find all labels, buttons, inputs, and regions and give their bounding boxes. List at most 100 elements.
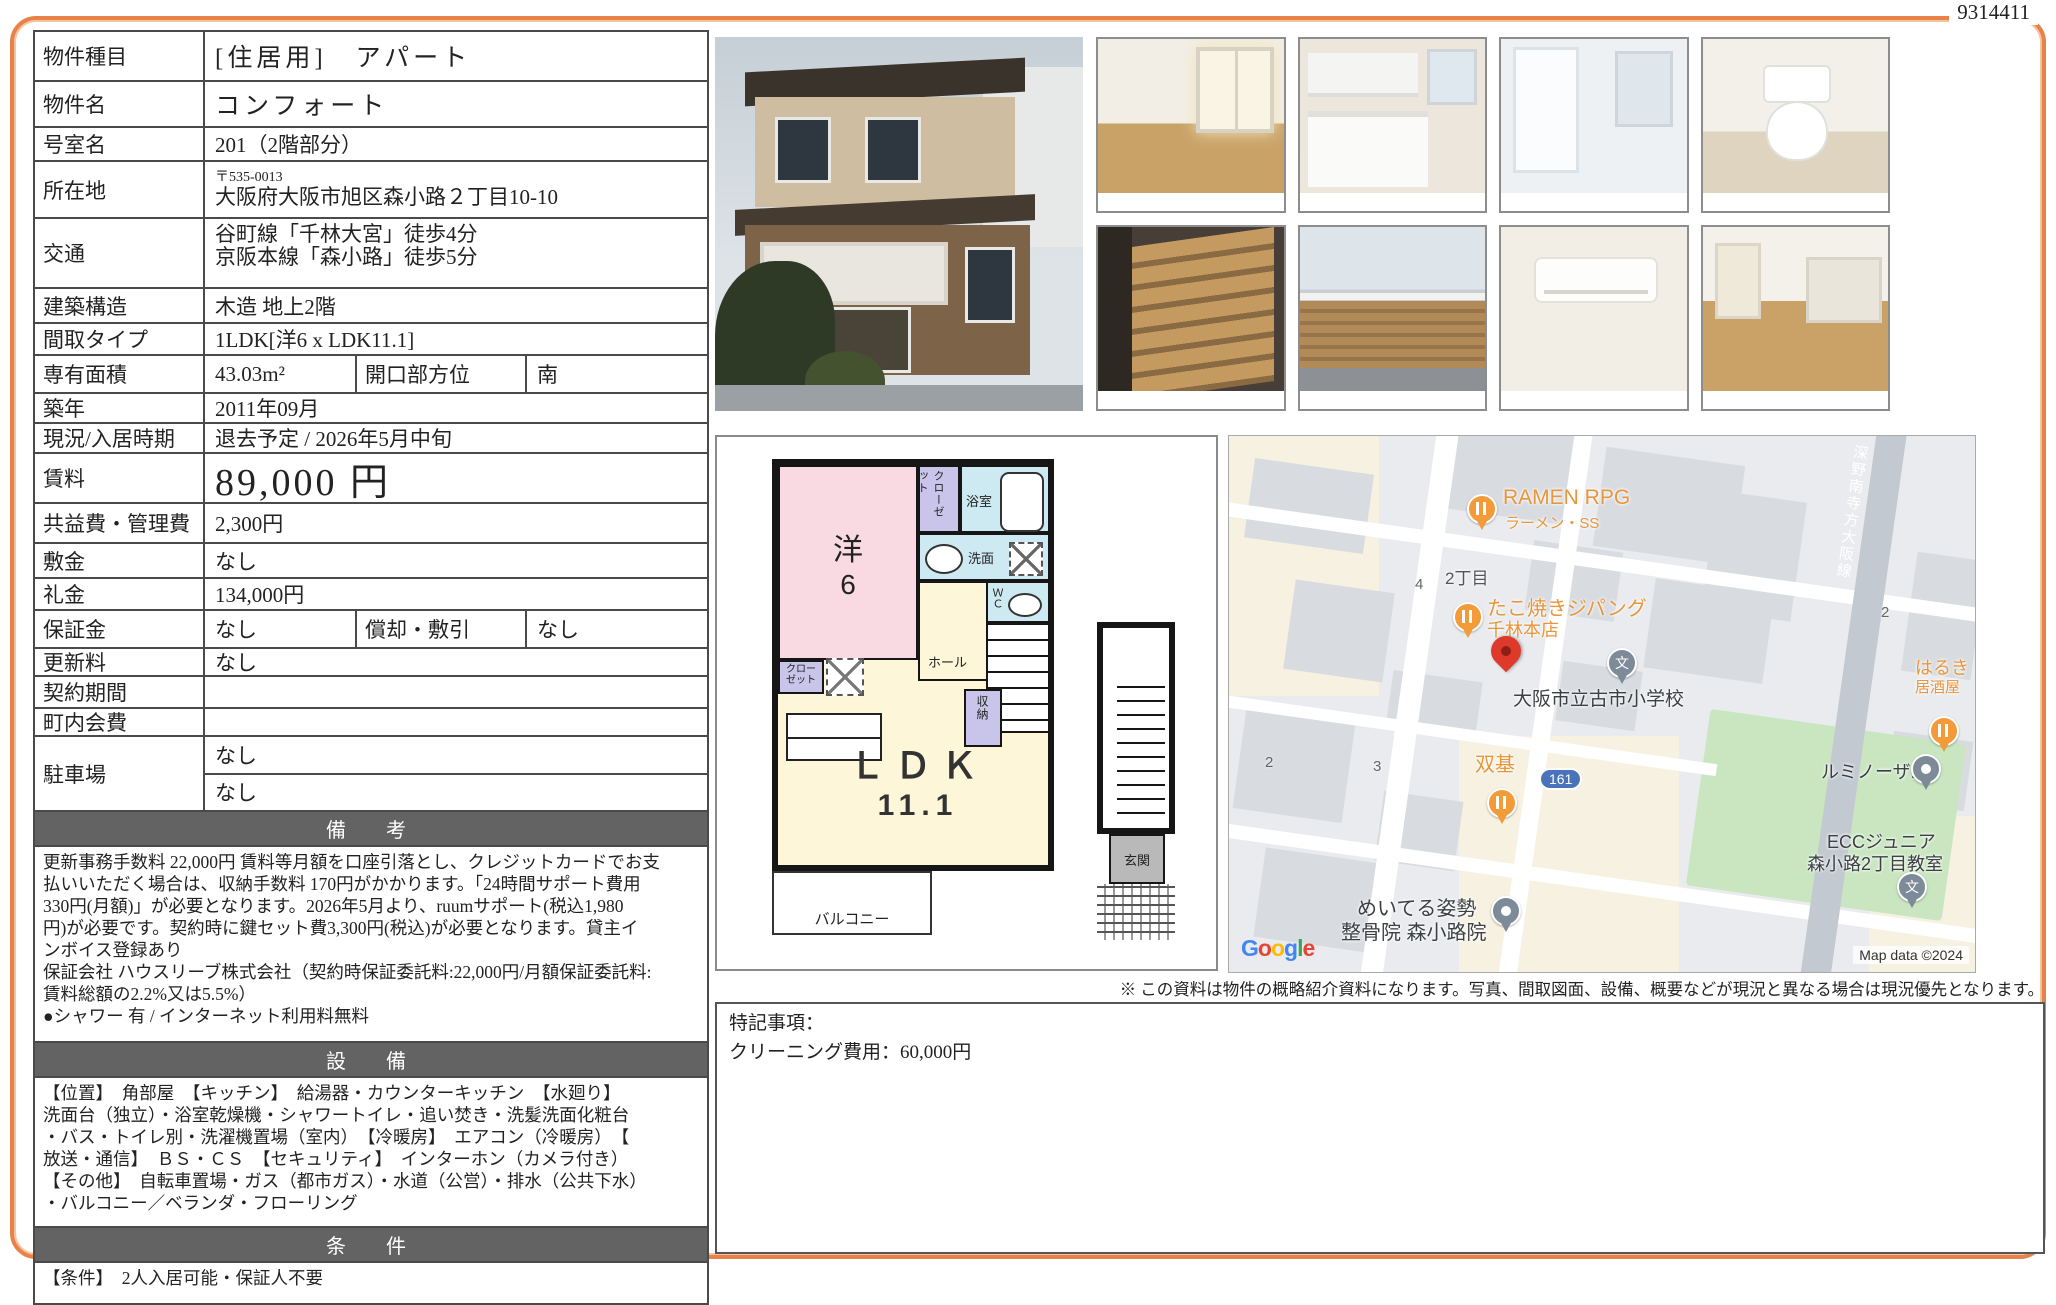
parking-value-2: なし	[205, 775, 707, 811]
haruki-sub-label: 居酒屋	[1915, 676, 1960, 697]
table-row: 物件種目 [住居用] アパート	[35, 32, 707, 82]
floorplan-porch-hatch	[1097, 884, 1175, 940]
remarks-text: 更新事務手数料 22,000円 賃料等月額を口座引落とし、クレジットカードでお支…	[35, 847, 707, 1043]
row-label: 更新料	[35, 649, 205, 675]
row-value: 43.03m²	[205, 356, 355, 392]
luminosa-label: ルミノーザ:	[1821, 758, 1916, 784]
floorplan-bath: 浴室	[960, 465, 1050, 533]
window	[865, 117, 921, 183]
table-row: 交通 谷町線「千林大宮」徒歩4分 京阪本線「森小路」徒歩5分	[35, 219, 707, 289]
floorplan-outer-stairs	[1097, 622, 1175, 834]
row-label: 物件種目	[35, 32, 205, 80]
floorplan-unit-outline: 洋 6 クローゼット 浴室 洗面 ＷＣ ホール クロー ゼット 収納 ＬＤＫ 1…	[772, 459, 1054, 871]
transit-line-2: 京阪本線「森小路」徒歩5分	[215, 246, 478, 269]
floorplan-closet-2: クロー ゼット	[778, 660, 824, 694]
table-row: 保証金 なし 償却・敷引 なし	[35, 611, 707, 649]
row-value: 木造 地上2階	[205, 289, 707, 322]
row-label: 所在地	[35, 162, 205, 217]
row-label: 保証金	[35, 611, 205, 647]
row-value-2: 南	[527, 356, 707, 392]
remarks-header: 備 考	[35, 812, 707, 847]
school-pin-icon: 文	[1897, 872, 1927, 902]
row-label: 建築構造	[35, 289, 205, 322]
ramen-sub-label: ラーメン・SS	[1505, 512, 1599, 533]
rent-value: 89,000 円	[205, 454, 707, 502]
toilet	[1008, 593, 1042, 617]
row-label-2: 開口部方位	[355, 356, 527, 392]
row-value: 201（2階部分）	[205, 128, 707, 160]
table-row: 敷金 なし	[35, 544, 707, 579]
transit-line-1: 谷町線「千林大宮」徒歩4分	[215, 223, 478, 246]
washer-space	[1009, 542, 1043, 576]
row-value: コンフォート	[205, 82, 707, 126]
table-row: 契約期間	[35, 677, 707, 709]
row-value: 2011年09月	[205, 394, 707, 422]
row-label: 専有面積	[35, 356, 205, 392]
equipment-text: 【位置】 角部屋 【キッチン】 給湯器・カウンターキッチン 【水廻り】 洗面台（…	[35, 1078, 707, 1228]
floor-plan: 洋 6 クローゼット 浴室 洗面 ＷＣ ホール クロー ゼット 収納 ＬＤＫ 1…	[715, 435, 1218, 971]
school-label: 大阪市立古市小学校	[1513, 684, 1684, 711]
row-label: 礼金	[35, 579, 205, 609]
row-label: 号室名	[35, 128, 205, 160]
toilet-photo	[1701, 37, 1891, 213]
table-row: 賃料 89,000 円	[35, 454, 707, 504]
school-pin-icon: 文	[1607, 648, 1637, 678]
table-row: 築年 2011年09月	[35, 394, 707, 424]
row-value: 谷町線「千林大宮」徒歩4分 京阪本線「森小路」徒歩5分	[205, 219, 707, 287]
window	[775, 117, 831, 183]
row-value	[205, 709, 707, 735]
window	[965, 247, 1015, 323]
equipment-header: 設 備	[35, 1043, 707, 1078]
parking-values: なし なし	[205, 737, 707, 810]
bathtub	[1000, 472, 1044, 532]
conditions-text: 【条件】 2人入居可能・保証人不要	[35, 1263, 707, 1303]
location-map: 深野南寺方大阪線 RAMEN RPG ラーメン・SS 4 2丁目 たこ焼きジパン…	[1228, 435, 1976, 973]
row-value: 2,300円	[205, 504, 707, 542]
conditions-header: 条 件	[35, 1228, 707, 1263]
place-pin-icon	[1911, 754, 1941, 784]
row-label-2: 償却・敷引	[355, 611, 527, 647]
row-label: 契約期間	[35, 677, 205, 707]
row-value	[205, 677, 707, 707]
floorplan-closet-1: クローゼット	[918, 465, 960, 533]
floorplan-hall: ホール	[918, 581, 986, 681]
document-id: 9314411	[1949, 0, 2038, 25]
meiteru-label-2: 整骨院 森小路院	[1341, 916, 1487, 945]
parking-value-1: なし	[205, 737, 707, 775]
table-row: 礼金 134,000円	[35, 579, 707, 611]
floorplan-washroom: 洗面	[918, 533, 1050, 581]
restaurant-pin-icon	[1929, 716, 1959, 746]
property-table: 物件種目 [住居用] アパート 物件名 コンフォート 号室名 201（2階部分）…	[33, 30, 709, 1305]
row-label: 賃料	[35, 454, 205, 502]
postal-code: 〒535-0013	[215, 170, 283, 185]
table-row: 号室名 201（2階部分）	[35, 128, 707, 162]
special-notes-title: 特記事項：	[729, 1010, 2031, 1039]
table-row: 物件名 コンフォート	[35, 82, 707, 128]
staircase-photo	[1096, 225, 1286, 411]
floorplan-wc: ＷＣ	[986, 581, 1050, 623]
photo-grid	[1096, 37, 1890, 411]
aircon-photo	[1499, 225, 1689, 411]
address: 大阪府大阪市旭区森小路２丁目10-10	[215, 186, 558, 209]
row-value: [住居用] アパート	[205, 32, 707, 80]
ramen-label: RAMEN RPG	[1503, 486, 1630, 510]
special-notes-line: クリーニング費用：60,000円	[729, 1039, 2031, 1068]
place-pin-icon	[1491, 896, 1521, 926]
special-notes-box: 特記事項： クリーニング費用：60,000円	[715, 1002, 2045, 1254]
table-row: 所在地 〒535-0013 大阪府大阪市旭区森小路２丁目10-10	[35, 162, 707, 219]
living-kitchen-photo	[1701, 225, 1891, 411]
disclaimer-note: ※ この資料は物件の概略紹介資料になります。写真、間取図面、設備、概要などが現況…	[644, 976, 2044, 1000]
table-row: 間取タイプ 1LDK[洋6 x LDK11.1]	[35, 324, 707, 356]
sink	[925, 544, 963, 574]
row-value: 〒535-0013 大阪府大阪市旭区森小路２丁目10-10	[205, 162, 707, 217]
table-row: 現況/入居時期 退去予定 / 2026年5月中旬	[35, 424, 707, 454]
building-exterior-photo	[715, 37, 1083, 411]
row-label: 物件名	[35, 82, 205, 126]
floorplan-ldk-label: ＬＤＫ 11.1	[808, 737, 1028, 823]
row-value: 退去予定 / 2026年5月中旬	[205, 424, 707, 452]
floorplan-balcony: バルコニー	[772, 871, 932, 935]
soki-label: 双基	[1475, 748, 1515, 777]
floorplan-western-room: 洋 6	[778, 465, 918, 660]
row-label: 築年	[35, 394, 205, 422]
kitchen-photo	[1298, 37, 1488, 213]
